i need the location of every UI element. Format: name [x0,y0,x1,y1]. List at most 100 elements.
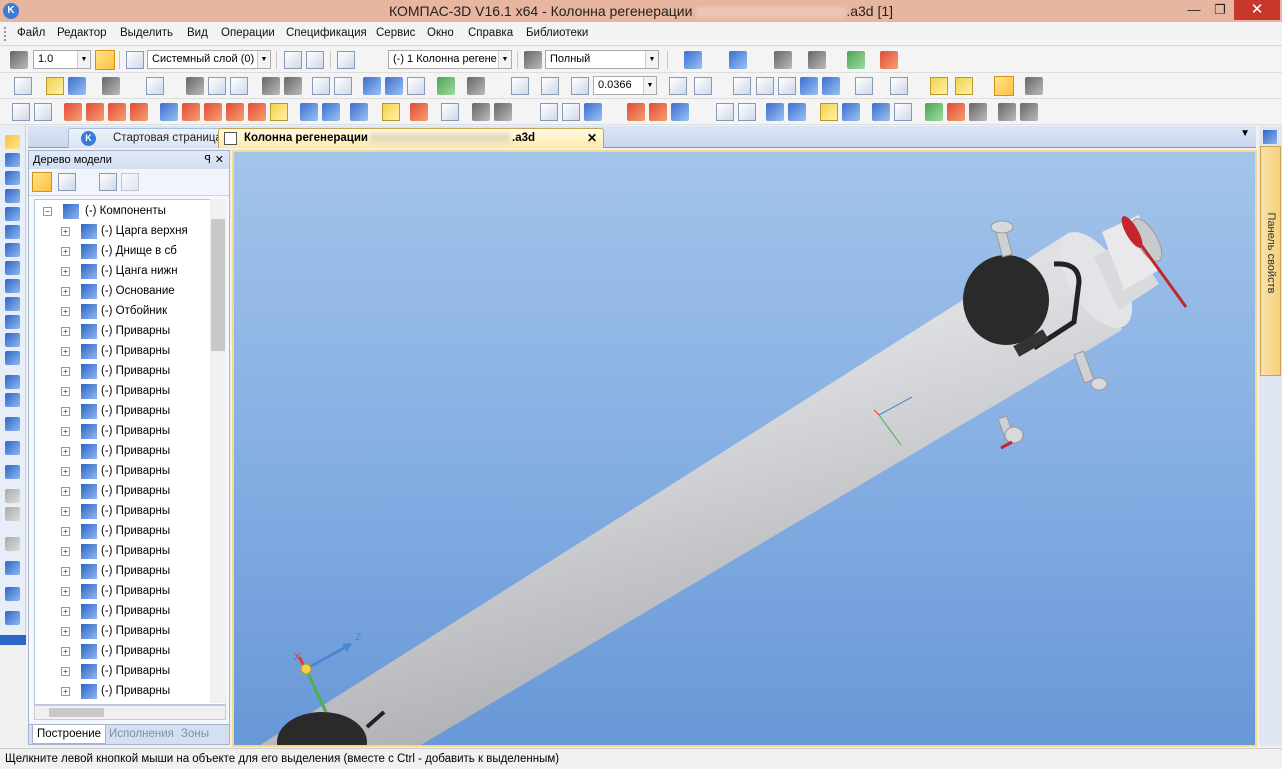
open-folder-icon[interactable] [46,77,64,95]
tree-item[interactable]: + (-) Цанга нижн [35,261,210,281]
expand-icon[interactable]: + [61,287,70,296]
close-panel-icon[interactable]: ✕ [215,151,224,169]
format-painter-icon[interactable] [262,77,280,95]
tab-versions[interactable]: Исполнения [105,725,178,744]
tree-scroll-thumb[interactable] [211,219,225,351]
designation-icon[interactable] [627,103,645,121]
move-icon[interactable] [5,441,20,455]
expand-icon[interactable]: + [61,347,70,356]
component-combo[interactable]: (-) 1 Колонна регене ▼ [388,50,512,69]
dimension-icon[interactable] [540,103,558,121]
dimensions-icon[interactable] [5,261,20,275]
tab-build[interactable]: Построение [32,725,107,744]
expand-icon[interactable]: + [61,267,70,276]
tree-item[interactable]: + (-) Приварны [35,661,210,681]
cut-revolve-icon[interactable] [182,103,200,121]
add-component-icon[interactable] [12,103,30,121]
check-icon[interactable] [472,103,490,121]
close-tab-icon[interactable]: ✕ [587,129,597,148]
rotate-component-icon[interactable] [5,465,20,479]
tree-item[interactable]: + (-) Приварны [35,541,210,561]
expand-icon[interactable]: + [61,447,70,456]
sweep-icon[interactable] [108,103,126,121]
tree-item[interactable]: + (-) Приварны [35,341,210,361]
surfaces-icon[interactable] [5,189,20,203]
gear-icon[interactable] [894,103,912,121]
tab-zones[interactable]: Зоны [177,725,213,744]
hide-show-icon[interactable] [955,77,973,95]
expand-icon[interactable]: + [61,607,70,616]
rotate-icon[interactable] [669,77,687,95]
expand-icon[interactable]: + [61,587,70,596]
properties-list-icon[interactable] [284,77,302,95]
revolve-icon[interactable] [86,103,104,121]
tree-item[interactable]: + (-) Приварны [35,601,210,621]
chevron-down-icon[interactable]: ▼ [498,51,511,68]
menu-file[interactable]: Файл [17,27,45,39]
spec-edit-icon[interactable] [738,103,756,121]
arrays-icon[interactable] [5,207,20,221]
library-manager-icon[interactable] [385,77,403,95]
cut-icon[interactable] [186,77,204,95]
expand-icon[interactable]: + [61,227,70,236]
spec-add-icon[interactable] [766,103,784,121]
measure-icon[interactable] [880,51,898,69]
component-ops-icon[interactable] [5,375,20,389]
measure-angle-icon[interactable] [947,103,965,121]
spec-panel-icon[interactable] [5,297,20,311]
menu-service[interactable]: Сервис [376,27,415,39]
tab-list-dropdown-icon[interactable]: ▼ [1240,128,1250,139]
menu-libraries[interactable]: Библиотеки [526,27,588,39]
diagnostics-icon[interactable] [5,279,20,293]
expand-icon[interactable]: + [61,567,70,576]
close-window-button[interactable]: ✕ [1234,0,1280,20]
3d-viewport[interactable]: Z X [232,150,1257,747]
tree-item[interactable]: + (-) Отбойник [35,301,210,321]
menu-view[interactable]: Вид [187,27,208,39]
expand-icon[interactable]: + [61,527,70,536]
loft-icon[interactable] [130,103,148,121]
reports-icon[interactable] [5,315,20,329]
tree-item[interactable]: + (-) Приварны [35,441,210,461]
layer-combo[interactable]: Системный слой (0) ▼ [147,50,271,69]
insert-icon[interactable] [5,393,20,407]
tree-root[interactable]: − (-) Компоненты [35,201,210,221]
menu-select[interactable]: Выделить [120,27,173,39]
table-icon[interactable] [584,103,602,121]
tree-filter-icon[interactable] [121,173,139,191]
component-display-icon[interactable] [930,77,948,95]
tree-item[interactable]: + (-) Приварны [35,461,210,481]
mass-properties-icon[interactable] [969,103,987,121]
expand-icon[interactable]: + [61,507,70,516]
undo-icon[interactable] [312,77,330,95]
tree-item[interactable]: + (-) Приварны [35,561,210,581]
print-icon[interactable] [102,77,120,95]
spec-sync-icon[interactable] [820,103,838,121]
tree-item[interactable]: + (-) Основание [35,281,210,301]
extrude-icon[interactable] [64,103,82,121]
move-component-icon[interactable] [441,103,459,121]
properties-icon[interactable] [774,51,792,69]
tree-settings-icon[interactable] [99,173,117,191]
paste-icon[interactable] [230,77,248,95]
tree-item[interactable]: + (-) Приварны [35,521,210,541]
menu-edit[interactable]: Редактор [57,27,107,39]
tree-horizontal-scrollbar[interactable] [34,705,226,720]
zoom-icon[interactable] [571,77,589,95]
settings-icon[interactable] [1025,77,1043,95]
zoom-fit-icon[interactable] [511,77,529,95]
variables-icon[interactable] [808,51,826,69]
save-icon[interactable] [68,77,86,95]
expand-icon[interactable]: + [61,467,70,476]
auxiliary-geometry-icon[interactable] [5,225,20,239]
hole-icon[interactable] [248,103,266,121]
tree-item[interactable]: + (-) Приварны [35,421,210,441]
add-from-file-icon[interactable] [34,103,52,121]
edit-assembly-icon[interactable] [5,135,20,149]
expand-icon[interactable]: + [61,327,70,336]
expand-icon[interactable]: + [61,427,70,436]
section-icon[interactable] [890,77,908,95]
collapse-icon[interactable]: − [43,207,52,216]
expand-icon[interactable]: + [61,627,70,636]
macro-icon[interactable] [5,587,20,601]
